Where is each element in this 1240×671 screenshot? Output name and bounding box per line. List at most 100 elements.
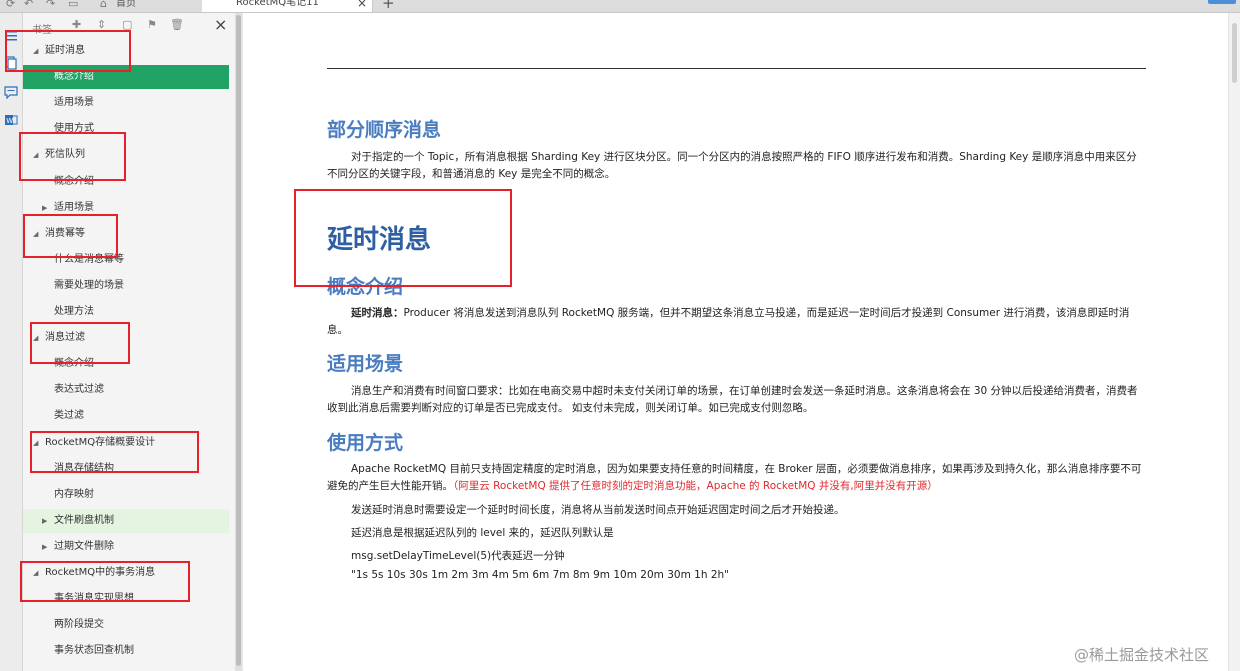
document-page: 部分顺序消息 对于指定的一个 Topic，所有消息根据 Sharding Key… bbox=[243, 13, 1228, 671]
bookmark-item[interactable]: ◢ 延时消息 bbox=[23, 39, 229, 63]
header-rule bbox=[327, 68, 1146, 69]
usage-note: （阿里云 RocketMQ 提供了任意时刻的定时消息功能，Apache 的 Ro… bbox=[453, 480, 938, 492]
tab-title: RocketMQ笔记11 bbox=[236, 0, 319, 8]
usage-line-1: 发送延时消息时需要设定一个延时时间长度，消息将从当前发送时间点开始延迟固定时间之… bbox=[351, 504, 845, 516]
expand-icon[interactable]: ⇕ bbox=[97, 19, 106, 31]
bookmark-label: 概念介绍 bbox=[54, 71, 94, 83]
outline-icon[interactable] bbox=[4, 29, 18, 43]
home-icon[interactable]: ⌂ bbox=[100, 0, 107, 11]
bookmark-label: 事务消息实现思想 bbox=[54, 593, 134, 605]
bookmark-item[interactable]: 概念介绍 bbox=[23, 352, 229, 376]
redo-icon[interactable]: ↷ bbox=[46, 0, 55, 11]
bookmark-label: 文件刷盘机制 bbox=[54, 514, 114, 526]
document-scrollbar[interactable] bbox=[1228, 13, 1240, 671]
caret-right-icon[interactable]: ▶ bbox=[42, 196, 47, 220]
bookmark-item[interactable]: ▶ 过期文件删除 bbox=[23, 535, 229, 559]
bookmark-item[interactable]: 概念介绍 bbox=[23, 65, 229, 90]
bookmark-item[interactable]: 概念介绍 bbox=[23, 170, 229, 194]
bookmark-item[interactable]: 事务状态回查机制 bbox=[23, 639, 229, 663]
bookmark-item[interactable]: 消息存储结构 bbox=[23, 457, 229, 481]
para-scene: 消息生产和消费有时间窗口要求：比如在电商交易中超时未支付关闭订单的场景，在订单创… bbox=[327, 385, 1138, 414]
bookmark-label: 两阶段提交 bbox=[54, 619, 104, 631]
bookmark-item[interactable]: ◢ 消费幂等 bbox=[23, 222, 229, 246]
bookmark-scrollbar[interactable] bbox=[235, 13, 242, 671]
window-control[interactable] bbox=[1208, 0, 1236, 4]
bookmark-label: 概念介绍 bbox=[54, 175, 94, 187]
bookmark-item[interactable]: ▶ 适用场景 bbox=[23, 196, 229, 220]
add-bookmark-icon[interactable]: ✚ bbox=[72, 19, 81, 31]
bookmark-label: 消费幂等 bbox=[45, 227, 85, 239]
bookmark-label: 消息过滤 bbox=[45, 332, 85, 344]
document-scroll-thumb[interactable] bbox=[1232, 23, 1237, 83]
usage-line-4: "1s 5s 10s 30s 1m 2m 3m 4m 5m 6m 7m 8m 9… bbox=[351, 569, 729, 581]
tab-bar: ⟳ ↶ ↷ ▭ ⌂ 首页 RocketMQ笔记11 × + bbox=[0, 0, 1240, 13]
bookmark-label: RocketMQ存储概要设计 bbox=[45, 436, 156, 448]
bookmark-label: 延时消息 bbox=[45, 45, 85, 56]
save-icon[interactable]: ▭ bbox=[68, 0, 78, 11]
tab-home[interactable]: 首页 bbox=[116, 0, 136, 11]
new-tab-button[interactable]: + bbox=[382, 0, 395, 11]
bookmark-label: 概念介绍 bbox=[54, 358, 94, 370]
bookmark-item[interactable]: 需要处理的场景 bbox=[23, 274, 229, 298]
caret-down-icon[interactable]: ◢ bbox=[33, 222, 38, 246]
para-partial-order: 对于指定的一个 Topic，所有消息根据 Sharding Key 进行区块分区… bbox=[327, 151, 1137, 180]
bookmark-label: 需要处理的场景 bbox=[54, 279, 124, 291]
heading-usage: 使用方式 bbox=[327, 432, 404, 454]
caret-down-icon[interactable]: ◢ bbox=[33, 143, 38, 167]
bookmark-label: 什么是消息幂等 bbox=[54, 253, 124, 265]
bookmark-label: 类过滤 bbox=[54, 410, 84, 422]
bookmark-item[interactable]: 类过滤 bbox=[23, 404, 229, 428]
bookmark-pane-close-icon[interactable]: × bbox=[214, 16, 227, 34]
bookmark-item[interactable]: 内存映射 bbox=[23, 483, 229, 507]
bookmark-toolbar: 书签 ✚ ⇕ ▢ ⚑ 🗑 × bbox=[23, 13, 235, 39]
word-icon[interactable]: W bbox=[4, 113, 18, 127]
bookmark-label: 适用场景 bbox=[54, 97, 94, 109]
caret-down-icon[interactable]: ◢ bbox=[33, 326, 38, 350]
bookmark-label: 过期文件删除 bbox=[54, 540, 114, 552]
bookmark-label: 内存映射 bbox=[54, 488, 94, 500]
heading-delay-message: 延时消息 bbox=[327, 225, 432, 255]
undo-icon[interactable]: ↶ bbox=[24, 0, 33, 11]
usage-line-2: 延迟消息是根据延迟队列的 level 来的，延迟队列默认是 bbox=[351, 527, 614, 539]
heading-scene: 适用场景 bbox=[327, 353, 404, 375]
bookmark-label: 处理方法 bbox=[54, 306, 94, 317]
bookmark-label: 使用方式 bbox=[54, 123, 94, 135]
bookmark-item[interactable]: 适用场景 bbox=[23, 91, 229, 115]
bookmark-label: 消息存储结构 bbox=[54, 462, 114, 474]
bookmark-item[interactable]: 两阶段提交 bbox=[23, 613, 229, 637]
tab-rocketmq-notes[interactable]: RocketMQ笔记11 × bbox=[202, 0, 373, 12]
tab-close-icon[interactable]: × bbox=[357, 0, 367, 10]
bookmark-item[interactable]: 什么是消息幂等 bbox=[23, 248, 229, 272]
caret-down-icon[interactable]: ◢ bbox=[33, 431, 38, 455]
svg-text:W: W bbox=[6, 117, 13, 125]
bookmark-item[interactable]: ▶ 文件刷盘机制 bbox=[23, 508, 229, 533]
bookmark-item[interactable]: ◢ 消息过滤 bbox=[23, 326, 229, 350]
bookmark-item[interactable]: ◢ RocketMQ中的事务消息 bbox=[23, 561, 229, 585]
bookmark-icon[interactable]: ⚑ bbox=[147, 19, 157, 31]
bookmark-item[interactable]: 处理方法 bbox=[23, 300, 229, 324]
heading-partial-order: 部分顺序消息 bbox=[327, 119, 442, 141]
app-menu-icon[interactable]: ⟳ bbox=[6, 0, 15, 11]
bookmark-item[interactable]: ◢ RocketMQ存储概要设计 bbox=[23, 431, 229, 455]
para-usage: Apache RocketMQ 目前只支持固定精度的定时消息，因为如果要支持任意… bbox=[327, 461, 1147, 495]
watermark: @稀土掘金技术社区 bbox=[1074, 646, 1210, 664]
usage-line-3: msg.setDelayTimeLevel(5)代表延迟一分钟 bbox=[351, 550, 565, 562]
bookmark-label: 事务状态回查机制 bbox=[54, 645, 134, 657]
bookmark-item[interactable]: 表达式过滤 bbox=[23, 378, 229, 402]
caret-right-icon[interactable]: ▶ bbox=[42, 535, 47, 559]
bookmark-item[interactable]: 使用方式 bbox=[23, 117, 229, 141]
comment-icon[interactable] bbox=[4, 85, 18, 99]
bookmark-item[interactable]: ◢ 死信队列 bbox=[23, 143, 229, 167]
bookmark-scroll-thumb[interactable] bbox=[236, 15, 241, 666]
heading-concept: 概念介绍 bbox=[327, 276, 404, 298]
collapse-icon[interactable]: ▢ bbox=[122, 19, 132, 31]
caret-down-icon[interactable]: ◢ bbox=[33, 39, 38, 63]
caret-down-icon[interactable]: ◢ bbox=[33, 561, 38, 585]
bookmark-pane: 书签 ✚ ⇕ ▢ ⚑ 🗑 × ◢ 延时消息 概念介绍 适用场景 使用方式 ◢ 死信队列 概念介… bbox=[23, 13, 235, 671]
bookmark-label: 适用场景 bbox=[54, 201, 94, 213]
caret-right-icon[interactable]: ▶ bbox=[42, 509, 47, 533]
bookmark-item[interactable]: 事务消息实现思想 bbox=[23, 587, 229, 611]
bookmark-pane-title: 书签 bbox=[32, 25, 52, 36]
delete-icon[interactable]: 🗑 bbox=[170, 19, 184, 31]
pages-icon[interactable] bbox=[4, 56, 18, 70]
